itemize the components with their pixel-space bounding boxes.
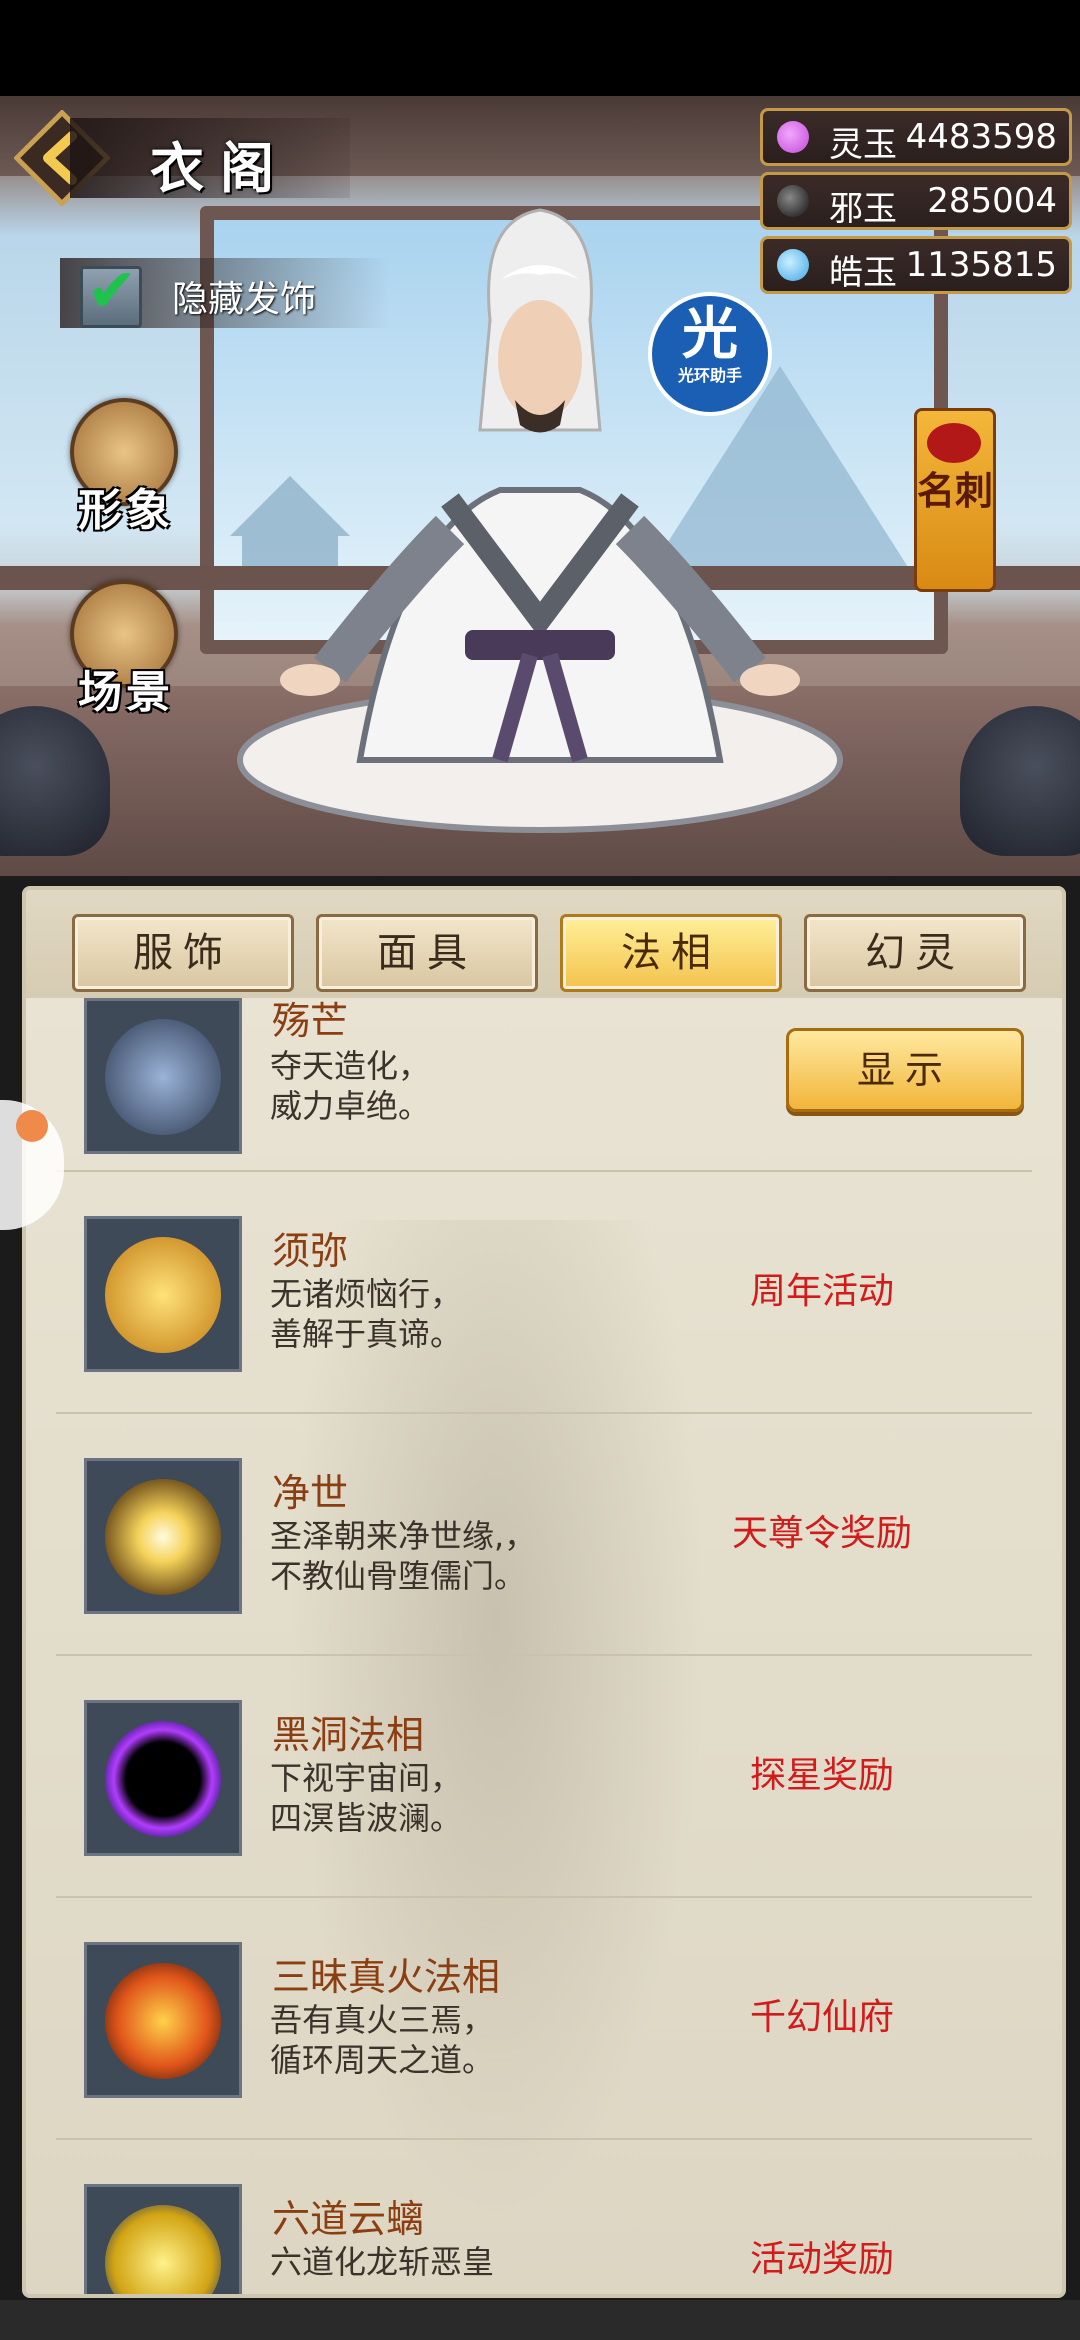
name-card-button[interactable]: 名刺 <box>914 408 996 592</box>
golden-buddha-icon <box>105 1237 221 1353</box>
name-card-label: 名刺 <box>917 468 994 513</box>
dragon-icon <box>105 2205 221 2294</box>
evil-jade-icon <box>777 185 809 217</box>
item-source: 千幻仙府 <box>749 1997 894 2038</box>
currency-value: 1135815 <box>905 245 1057 285</box>
item-desc-line1: 夺天造化， <box>270 1047 431 1085</box>
item-desc-line1: 无诸烦恼行， <box>270 1275 463 1313</box>
item-thumbnail <box>84 998 242 1154</box>
currency-name: 邪玉 <box>829 189 897 229</box>
item-name: 三昧真火法相 <box>272 1955 501 1999</box>
currency-name: 皓玉 <box>829 253 897 293</box>
currency-name: 灵玉 <box>829 125 897 165</box>
item-desc-line2: 循环周天之道。 <box>270 2041 495 2079</box>
item-thumbnail <box>84 1458 242 1614</box>
list-item[interactable]: 六道云螭 六道化龙斩恶皇 活动奖励 <box>56 2138 1032 2294</box>
item-desc-line2: 四溟皆波澜。 <box>270 1799 463 1837</box>
item-source: 活动奖励 <box>749 2239 894 2280</box>
item-source: 天尊令奖励 <box>731 1513 912 1554</box>
scene-button[interactable]: 场景 <box>66 580 178 730</box>
item-thumbnail <box>84 1216 242 1372</box>
item-thumbnail <box>84 1942 242 2098</box>
currency-haoyu[interactable]: 皓玉 1135815 <box>760 236 1072 294</box>
golden-orb-icon <box>105 1479 221 1595</box>
tab-clothing[interactable]: 服饰 <box>72 914 294 992</box>
item-name: 净世 <box>272 1471 349 1515</box>
item-desc-line2: 善解于真谛。 <box>270 1315 463 1353</box>
item-desc-line1: 圣泽朝来净世缘,， <box>270 1517 537 1555</box>
list-item[interactable]: 三昧真火法相 吾有真火三焉， 循环周天之道。 千幻仙府 <box>56 1896 1032 2140</box>
list-item[interactable]: 净世 圣泽朝来净世缘,， 不教仙骨堕儒门。 天尊令奖励 <box>56 1412 1032 1656</box>
checkmark-icon: ✔ <box>87 256 138 326</box>
tab-mask[interactable]: 面具 <box>316 914 538 992</box>
item-name: 六道云螭 <box>272 2197 425 2241</box>
spirit-jade-icon <box>777 121 809 153</box>
item-name: 须弥 <box>272 1229 349 1273</box>
dharma-form-list[interactable]: 殇芒 夺天造化， 威力卓绝。 显示 须弥 无诸烦恼行， 善解于真谛。 周年活动 … <box>56 998 1032 2294</box>
category-tabs: 服饰 面具 法相 幻灵 <box>26 890 1062 998</box>
currency-xieyu[interactable]: 邪玉 285004 <box>760 172 1072 230</box>
hide-hair-accessory-toggle[interactable]: ✔ 隐藏发饰 <box>60 258 390 328</box>
item-thumbnail <box>84 1700 242 1856</box>
hide-hair-label: 隐藏发饰 <box>172 279 317 320</box>
appearance-label: 形象 <box>78 485 174 536</box>
cloud-seal-icon <box>927 423 981 463</box>
item-source: 探星奖励 <box>749 1755 894 1796</box>
show-button[interactable]: 显示 <box>786 1028 1024 1112</box>
status-bar <box>0 0 1080 96</box>
list-item[interactable]: 须弥 无诸烦恼行， 善解于真谛。 周年活动 <box>56 1170 1032 1414</box>
list-item[interactable]: 黑洞法相 下视宇宙间， 四溟皆波澜。 探星奖励 <box>56 1654 1032 1898</box>
item-desc-line2: 威力卓绝。 <box>270 1087 431 1125</box>
currency-value: 4483598 <box>905 117 1057 157</box>
notification-dot-icon <box>16 1110 48 1142</box>
helper-badge-glyph: 光 <box>682 302 738 367</box>
item-thumbnail <box>84 2184 242 2294</box>
wardrobe-panel: 服饰 面具 法相 幻灵 殇芒 夺天造化， 威力卓绝。 显示 须弥 无诸烦恼行， … <box>22 886 1066 2298</box>
item-desc-line1: 吾有真火三焉， <box>270 2001 495 2039</box>
item-source: 周年活动 <box>749 1271 894 1312</box>
fire-icon <box>105 1963 221 2079</box>
page-title: 衣阁 <box>150 136 290 200</box>
list-item[interactable]: 殇芒 夺天造化， 威力卓绝。 显示 <box>56 998 1032 1172</box>
tab-dharma-form[interactable]: 法相 <box>560 914 782 992</box>
item-name: 黑洞法相 <box>272 1713 425 1757</box>
appearance-button[interactable]: 形象 <box>66 398 178 548</box>
bright-jade-icon <box>777 249 809 281</box>
scene-label: 场景 <box>78 667 174 718</box>
item-desc-line1: 六道化龙斩恶皇 <box>270 2243 495 2281</box>
currency-lingyu[interactable]: 灵玉 4483598 <box>760 108 1072 166</box>
navigation-bar <box>0 2300 1080 2340</box>
helper-badge-label: 光环助手 <box>677 366 742 385</box>
halo-assistant-badge[interactable]: 光 光环助手 <box>648 292 772 416</box>
item-desc-line1: 下视宇宙间， <box>270 1759 463 1797</box>
item-desc-line2: 不教仙骨堕儒门。 <box>270 1557 527 1595</box>
item-name: 殇芒 <box>272 999 349 1043</box>
hide-hair-checkbox[interactable]: ✔ <box>80 261 142 328</box>
tab-phantom-spirit[interactable]: 幻灵 <box>804 914 1026 992</box>
blades-icon <box>105 1019 221 1135</box>
currency-value: 285004 <box>927 181 1057 221</box>
black-hole-icon <box>105 1721 221 1837</box>
